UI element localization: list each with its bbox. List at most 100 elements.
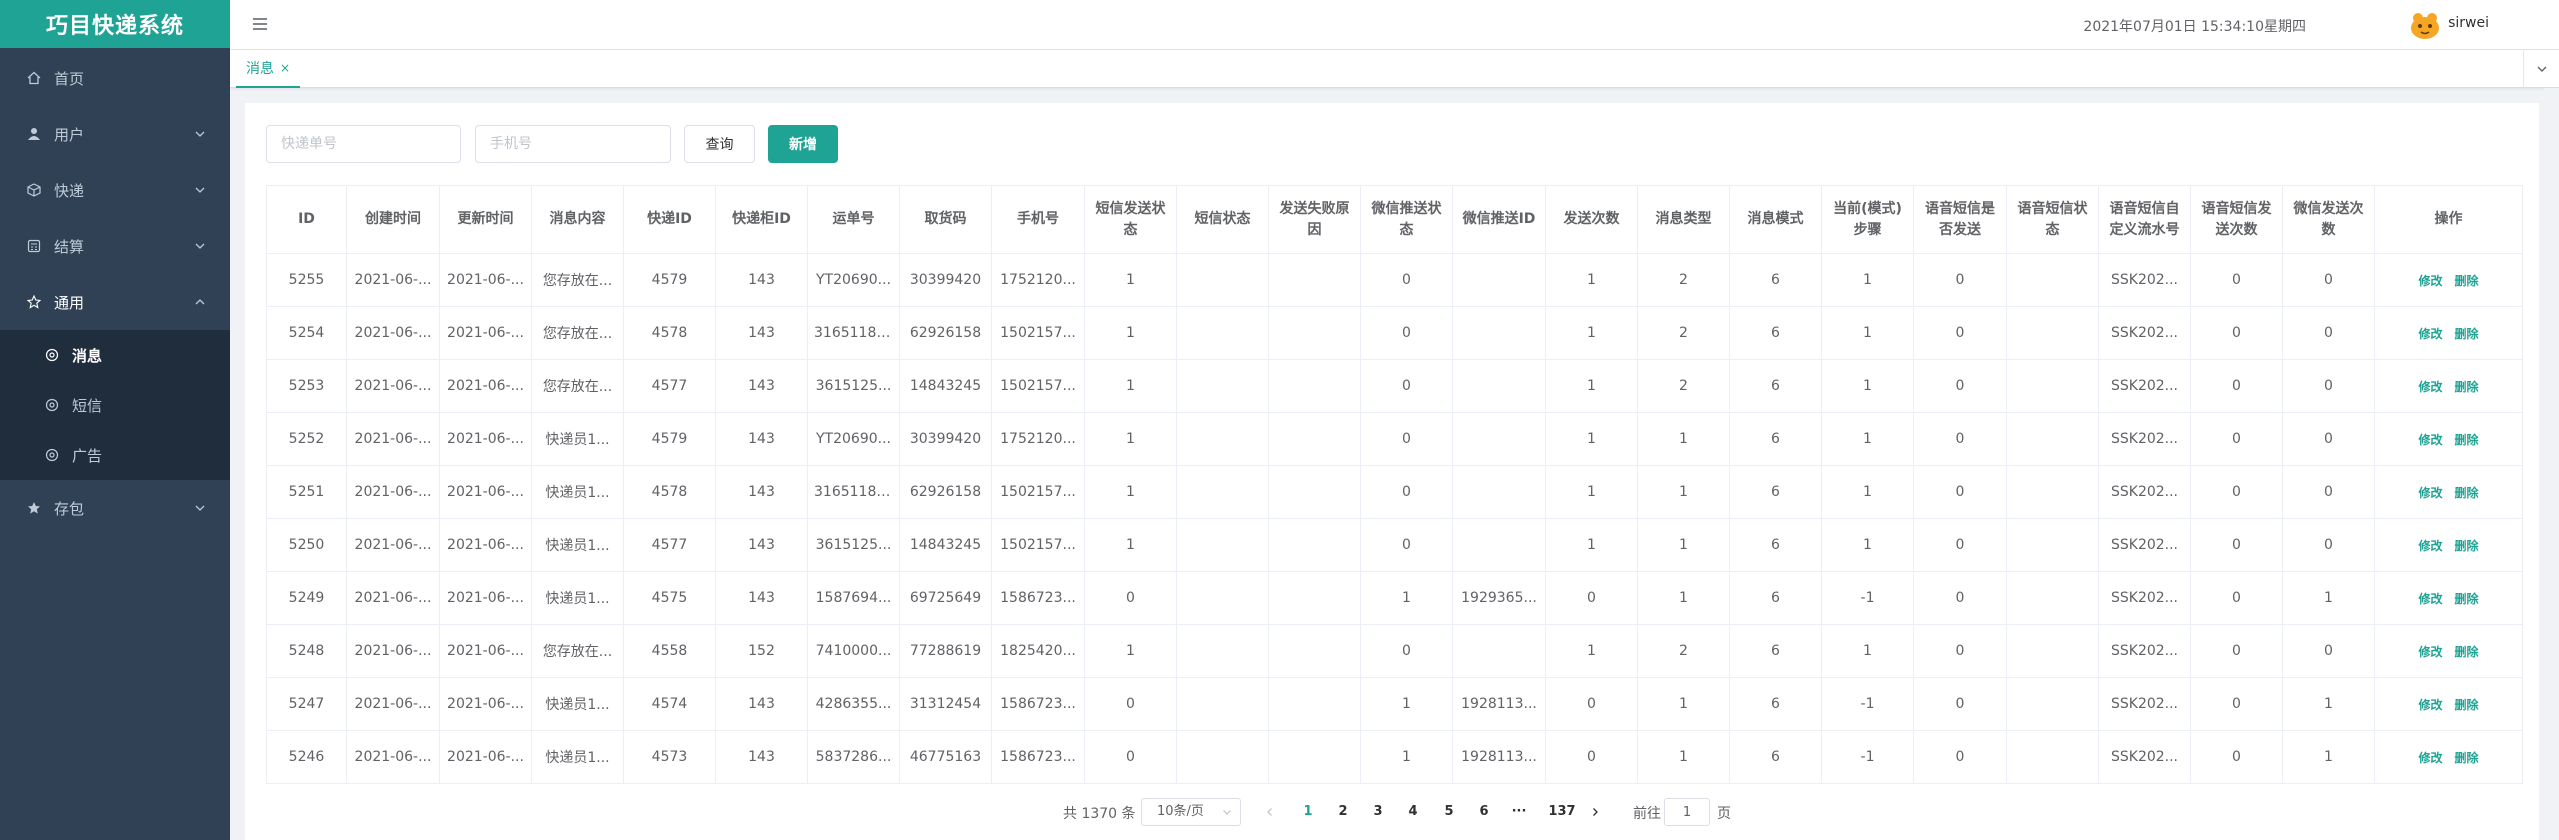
delete-button[interactable]: 删除	[2455, 751, 2479, 765]
chevron-down-icon	[195, 505, 205, 511]
delete-button[interactable]: 删除	[2455, 486, 2479, 500]
delete-button[interactable]: 删除	[2455, 380, 2479, 394]
delete-button[interactable]: 删除	[2455, 539, 2479, 553]
table-cell: 143	[715, 730, 808, 784]
table-cell: 1	[1637, 677, 1730, 731]
add-button[interactable]: 新增	[768, 125, 838, 163]
avatar[interactable]	[2408, 8, 2442, 42]
page-6[interactable]: 6	[1469, 798, 1499, 826]
table-cell: 143	[715, 677, 808, 731]
sidebar-item-home[interactable]: 首页	[0, 50, 230, 106]
edit-button[interactable]: 修改	[2418, 380, 2442, 394]
tab-messages[interactable]: 消息 ×	[236, 50, 301, 88]
sidebar-item-general[interactable]: 通用	[0, 274, 230, 330]
page-2[interactable]: 2	[1328, 798, 1358, 826]
table-cell: 77288619	[899, 624, 992, 678]
table-cell: 4286355...	[807, 677, 900, 731]
next-page-button[interactable]	[1585, 802, 1605, 822]
table-cell: 1	[1545, 359, 1638, 413]
table-cell: 5250	[266, 518, 347, 572]
table-header-cell: ID	[266, 185, 347, 254]
goto-page-input[interactable]	[1664, 798, 1710, 826]
star-filled-icon	[26, 500, 42, 516]
edit-button[interactable]: 修改	[2418, 274, 2442, 288]
sidebar-subitem-messages[interactable]: 消息	[0, 330, 230, 380]
table-cell	[2006, 677, 2099, 731]
row-actions: 修改 删除	[2374, 677, 2523, 731]
edit-button[interactable]: 修改	[2418, 539, 2442, 553]
table-cell: 0	[2282, 306, 2375, 360]
table-cell	[1268, 253, 1361, 307]
table-cell: YT20690...	[807, 412, 900, 466]
edit-button[interactable]: 修改	[2418, 486, 2442, 500]
table-cell: 快递员1...	[531, 571, 624, 625]
page-1[interactable]: 1	[1293, 798, 1323, 826]
delete-button[interactable]: 删除	[2455, 698, 2479, 712]
table-cell: 快递员1...	[531, 412, 624, 466]
table-cell: 0	[1360, 412, 1453, 466]
page-4[interactable]: 4	[1398, 798, 1428, 826]
close-icon[interactable]: ×	[280, 61, 290, 75]
delete-button[interactable]: 删除	[2455, 327, 2479, 341]
page-scrollbar-track[interactable]	[2544, 88, 2559, 840]
sidebar-item-users[interactable]: 用户	[0, 106, 230, 162]
table-cell: 您存放在...	[531, 359, 624, 413]
table-cell: 0	[2190, 518, 2283, 572]
edit-button[interactable]: 修改	[2418, 327, 2442, 341]
table-cell: 快递员1...	[531, 677, 624, 731]
hamburger-menu-icon[interactable]	[250, 14, 270, 34]
delete-button[interactable]: 删除	[2455, 592, 2479, 606]
table-header-cell: 运单号	[807, 185, 900, 254]
table-cell: 4577	[623, 359, 716, 413]
table-cell: 1928113...	[1452, 730, 1546, 784]
page-5[interactable]: 5	[1434, 798, 1464, 826]
edit-button[interactable]: 修改	[2418, 433, 2442, 447]
main-card: 查询 新增 ID创建时间更新时间消息内容快递ID快递柜ID运单号取货码手机号短信…	[245, 103, 2539, 840]
table-header-cell: 快递柜ID	[715, 185, 808, 254]
tracking-number-input[interactable]	[266, 125, 461, 163]
table-cell: 4558	[623, 624, 716, 678]
table-header-cell: 语音短信发送次数	[2190, 185, 2283, 254]
page-137[interactable]: 137	[1542, 798, 1582, 826]
delete-button[interactable]: 删除	[2455, 433, 2479, 447]
table-cell: 1	[1821, 465, 1914, 519]
table-cell: 1502157...	[991, 465, 1085, 519]
table-header-cell: 语音短信状态	[2006, 185, 2099, 254]
sidebar-item-label: 首页	[54, 69, 85, 88]
edit-button[interactable]: 修改	[2418, 592, 2442, 606]
edit-button[interactable]: 修改	[2418, 645, 2442, 659]
table-cell: 0	[1084, 571, 1177, 625]
row-actions: 修改 删除	[2374, 359, 2523, 413]
prev-page-button[interactable]	[1260, 802, 1280, 822]
table-header-cell: 短信发送状态	[1084, 185, 1177, 254]
page-size-select[interactable]: 10条/页	[1141, 798, 1241, 826]
table-cell: 2021-06-...	[346, 571, 440, 625]
table-cell: 0	[1360, 306, 1453, 360]
edit-button[interactable]: 修改	[2418, 751, 2442, 765]
table-cell: 152	[715, 624, 808, 678]
delete-button[interactable]: 删除	[2455, 645, 2479, 659]
sidebar-item-settlement[interactable]: 结算	[0, 218, 230, 274]
edit-button[interactable]: 修改	[2418, 698, 2442, 712]
query-button[interactable]: 查询	[684, 125, 755, 163]
delete-button[interactable]: 删除	[2455, 274, 2479, 288]
sidebar-subitem-sms[interactable]: 短信	[0, 380, 230, 430]
table-cell: 1587694...	[807, 571, 900, 625]
table-cell: 0	[1913, 412, 2007, 466]
table-cell: 0	[2282, 624, 2375, 678]
username[interactable]: sirwei	[2448, 15, 2489, 31]
table-row: 5253 2021-06-... 2021-06-... 您存放在... 4577 143…	[266, 359, 2523, 413]
sidebar-subitem-ads[interactable]: 广告	[0, 430, 230, 480]
sidebar-item-express[interactable]: 快递	[0, 162, 230, 218]
table-cell: 您存放在...	[531, 624, 624, 678]
page-3[interactable]: 3	[1363, 798, 1393, 826]
phone-input[interactable]	[475, 125, 671, 163]
table-cell: 1	[1545, 306, 1638, 360]
table-cell: 快递员1...	[531, 518, 624, 572]
sidebar-item-storage[interactable]: 存包	[0, 480, 230, 536]
tabs-dropdown-toggle[interactable]	[2523, 50, 2559, 88]
table-cell: 1	[1637, 571, 1730, 625]
page-ellipsis[interactable]: ···	[1504, 798, 1534, 826]
table-header-cell: 语音短信自定义流水号	[2098, 185, 2191, 254]
table-cell: 5246	[266, 730, 347, 784]
